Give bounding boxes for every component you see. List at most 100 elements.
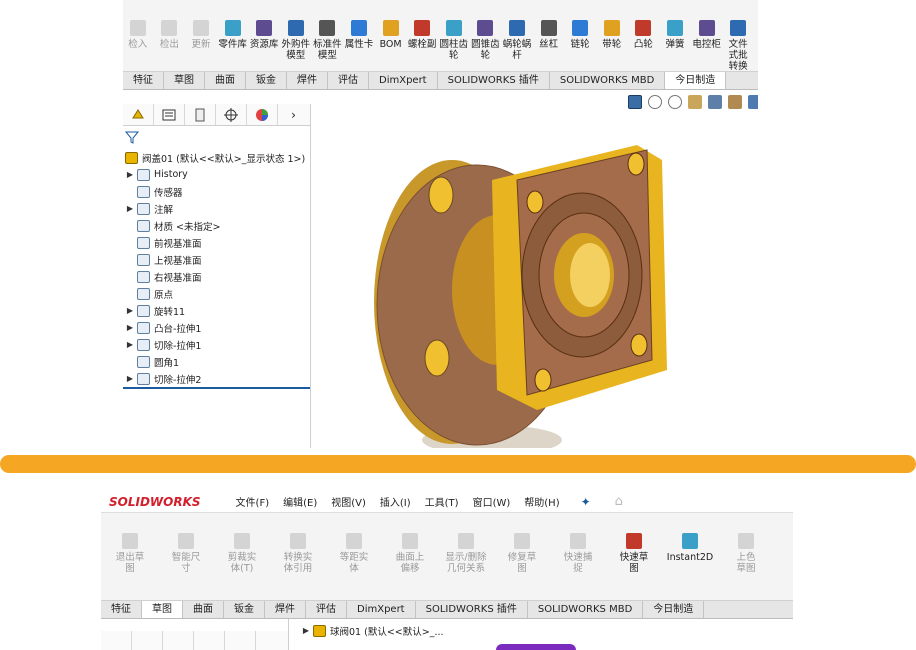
menu-item-2[interactable]: 视图(V) — [324, 494, 373, 509]
filter-icon[interactable] — [124, 130, 140, 144]
tab-6[interactable]: DimXpert — [347, 601, 416, 618]
tab-4[interactable]: 焊件 — [265, 601, 306, 618]
top-ribbon-button-3[interactable]: 零件库 — [218, 20, 248, 50]
top-ribbon-button-12[interactable]: 蜗轮蜗 杆 — [502, 20, 532, 61]
expand-arrow-icon[interactable]: ▶ — [123, 374, 137, 383]
configuration-manager-icon[interactable] — [163, 631, 194, 650]
sketch-ribbon-button-11[interactable]: 上色 草图 — [719, 533, 773, 574]
menu-item-0[interactable]: 文件(F) — [229, 494, 277, 509]
sketch-ribbon-button-2[interactable]: 剪裁实 体(T) — [215, 533, 269, 574]
graphics-area[interactable] — [312, 90, 758, 448]
tab-0[interactable]: 特征 — [123, 72, 164, 89]
expand-arrow-icon[interactable]: ▶ — [123, 170, 137, 179]
tree-item[interactable]: 原点 — [123, 285, 173, 302]
tab-8[interactable]: SOLIDWORKS MBD — [550, 72, 666, 89]
tree-item[interactable]: ▶ 注解 — [123, 200, 173, 217]
menu-item-4[interactable]: 工具(T) — [418, 494, 466, 509]
top-ribbon-button-11[interactable]: 圆锥齿 轮 — [471, 20, 501, 61]
tree-item[interactable]: 上视基准面 — [123, 251, 202, 268]
top-ribbon-button-7[interactable]: 属性卡 — [344, 20, 374, 50]
tree-item[interactable]: 传感器 — [123, 183, 183, 200]
tab-4[interactable]: 焊件 — [287, 72, 328, 89]
tab-7[interactable]: SOLIDWORKS 插件 — [416, 601, 528, 618]
tab-7[interactable]: SOLIDWORKS 插件 — [438, 72, 550, 89]
tab-2[interactable]: 曲面 — [205, 72, 246, 89]
top-ribbon-button-16[interactable]: 凸轮 — [629, 20, 659, 50]
bottom-tree-root[interactable]: ▶ 球阀01 (默认<<默认>_... — [299, 622, 444, 639]
menu-item-6[interactable]: 帮助(H) — [517, 494, 566, 509]
feature-manager-icon[interactable] — [101, 631, 132, 650]
property-manager-icon[interactable] — [154, 104, 185, 125]
expand-arrow-icon[interactable]: ▶ — [123, 323, 137, 332]
top-ribbon-button-6[interactable]: 标准件 模型 — [313, 20, 343, 61]
top-ribbon-button-5[interactable]: 外购件 模型 — [281, 20, 311, 61]
expand-chevron-icon[interactable]: › — [278, 104, 309, 125]
rollback-bar[interactable] — [123, 387, 310, 389]
top-ribbon-button-19[interactable]: 文件 式批 转换 — [723, 20, 753, 72]
expand-arrow-icon[interactable]: ▶ — [123, 204, 137, 213]
tab-3[interactable]: 钣金 — [246, 72, 287, 89]
tab-9[interactable]: 今日制造 — [643, 601, 705, 618]
display-manager-icon[interactable] — [247, 104, 278, 125]
dimxpert-manager-icon[interactable] — [194, 631, 225, 650]
sketch-ribbon-button-10[interactable]: Instant2D — [663, 533, 717, 563]
tree-item[interactable]: 前视基准面 — [123, 234, 202, 251]
top-ribbon-button-9[interactable]: 螺栓副 — [407, 20, 437, 50]
tree-item[interactable]: ▶ 切除-拉伸2 — [123, 370, 201, 387]
top-ribbon-button-14[interactable]: 链轮 — [565, 20, 595, 50]
sketch-ribbon-button-label: 转换实 体引用 — [283, 552, 313, 574]
top-ribbon-button-13[interactable]: 丝杠 — [534, 20, 564, 50]
tab-9[interactable]: 今日制造 — [665, 72, 727, 89]
sketch-ribbon-button-icon — [514, 533, 530, 549]
top-ribbon-button-label: 带轮 — [602, 39, 622, 50]
sketch-ribbon-button-3[interactable]: 转换实 体引用 — [271, 533, 325, 574]
sketch-ribbon-button-0[interactable]: 退出草 图 — [103, 533, 157, 574]
top-ribbon-button-8[interactable]: BOM — [376, 20, 406, 50]
tab-1[interactable]: 草图 — [142, 601, 183, 618]
tab-2[interactable]: 曲面 — [183, 601, 224, 618]
tab-0[interactable]: 特征 — [101, 601, 142, 618]
tab-5[interactable]: 评估 — [328, 72, 369, 89]
top-ribbon-button-4[interactable]: 资源库 — [249, 20, 279, 50]
solidworks-logo: SOLIDWORKS — [109, 494, 201, 509]
pin-icon[interactable]: ✦ — [581, 495, 591, 509]
menu-item-5[interactable]: 窗口(W) — [466, 494, 518, 509]
top-ribbon-button-1[interactable]: 检出 — [155, 20, 185, 50]
sketch-ribbon-button-6[interactable]: 显示/删除 几何关系 — [439, 533, 493, 574]
display-manager-icon[interactable] — [225, 631, 256, 650]
menu-item-1[interactable]: 编辑(E) — [276, 494, 324, 509]
dimxpert-manager-icon[interactable] — [216, 104, 247, 125]
tree-item[interactable]: ▶ History — [123, 166, 188, 183]
configuration-manager-icon[interactable] — [185, 104, 216, 125]
sketch-ribbon-button-4[interactable]: 等距实 体 — [327, 533, 381, 574]
sketch-ribbon-button-8[interactable]: 快速捕 捉 — [551, 533, 605, 574]
expand-arrow-icon[interactable]: ▶ — [123, 340, 137, 349]
top-ribbon-button-10[interactable]: 圆柱齿 轮 — [439, 20, 469, 61]
tree-item[interactable]: ▶ 凸台-拉伸1 — [123, 319, 201, 336]
sketch-ribbon-button-9[interactable]: 快速草 图 — [607, 533, 661, 574]
home-icon[interactable]: ⌂ — [615, 494, 623, 509]
tree-root[interactable]: 阀盖01 (默认<<默认>_显示状态 1>) — [123, 149, 305, 166]
tab-5[interactable]: 评估 — [306, 601, 347, 618]
tab-1[interactable]: 草图 — [164, 72, 205, 89]
tree-item[interactable]: 右视基准面 — [123, 268, 202, 285]
tree-item[interactable]: ▶ 切除-拉伸1 — [123, 336, 201, 353]
feature-manager-icon[interactable] — [123, 104, 154, 125]
tree-item[interactable]: 圆角1 — [123, 353, 179, 370]
tab-8[interactable]: SOLIDWORKS MBD — [528, 601, 644, 618]
property-manager-icon[interactable] — [132, 631, 163, 650]
sketch-ribbon-button-7[interactable]: 修复草 图 — [495, 533, 549, 574]
tree-item[interactable]: 材质 <未指定> — [123, 217, 220, 234]
tab-6[interactable]: DimXpert — [369, 72, 438, 89]
tree-item[interactable]: ▶ 旋转11 — [123, 302, 185, 319]
tab-3[interactable]: 钣金 — [224, 601, 265, 618]
top-ribbon-button-2[interactable]: 更新 — [186, 20, 216, 50]
expand-arrow-icon[interactable]: ▶ — [123, 306, 137, 315]
top-ribbon-button-18[interactable]: 电控柜 — [692, 20, 722, 50]
sketch-ribbon-button-5[interactable]: 曲面上 偏移 — [383, 533, 437, 574]
sketch-ribbon-button-1[interactable]: 智能尺 寸 — [159, 533, 213, 574]
top-ribbon-button-0[interactable]: 检入 — [123, 20, 153, 50]
top-ribbon-button-15[interactable]: 带轮 — [597, 20, 627, 50]
menu-item-3[interactable]: 插入(I) — [373, 494, 418, 509]
top-ribbon-button-17[interactable]: 弹簧 — [660, 20, 690, 50]
